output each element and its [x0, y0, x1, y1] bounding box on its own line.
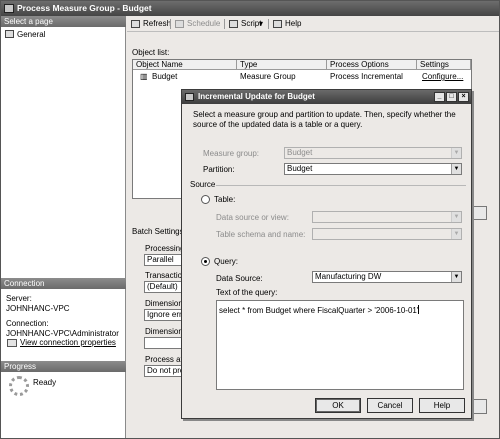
process-affected-value[interactable]: Do not proc: [144, 365, 182, 377]
window-titlebar: Process Measure Group - Budget: [1, 1, 499, 16]
progress-spinner-icon: [9, 376, 29, 396]
progress-header: Progress: [1, 361, 126, 372]
chevron-down-icon: ▾: [259, 19, 264, 28]
server-value: JOHNHANC-VPC: [6, 304, 70, 313]
app-icon: [4, 4, 14, 13]
dialog-title: Incremental Update for Budget: [198, 92, 315, 101]
chevron-down-icon: ▼: [451, 212, 461, 222]
background-button[interactable]: [473, 399, 487, 414]
dimension-errors-value[interactable]: Ignore error: [144, 309, 182, 321]
chevron-down-icon: ▼: [451, 164, 461, 174]
dialog-icon: [185, 93, 194, 101]
chevron-down-icon: ▼: [451, 229, 461, 239]
properties-icon: [7, 339, 17, 347]
help-dialog-button[interactable]: Help: [419, 398, 465, 413]
script-dropdown-button[interactable]: ▾: [259, 18, 263, 30]
column-header-settings[interactable]: Settings: [417, 60, 471, 70]
dialog-description: Select a measure group and partition to …: [193, 110, 456, 129]
connection-header: Connection: [1, 278, 126, 289]
query-text: select * from Budget where FiscalQuarter…: [219, 306, 419, 315]
data-source-label: Data Source:: [216, 274, 263, 283]
page-item-label: General: [17, 30, 46, 39]
text-caret: [418, 305, 420, 314]
object-list-label: Object list:: [132, 48, 170, 57]
transaction-mode-value[interactable]: (Default): [144, 281, 182, 293]
select-page-header: Select a page: [1, 16, 126, 27]
row-process-options: Process Incremental: [330, 72, 403, 81]
refresh-icon: [131, 20, 140, 28]
toolbar: Refresh Schedule Script ▾ Help: [127, 16, 499, 32]
data-source-value: Manufacturing DW: [315, 272, 382, 281]
maximize-button[interactable]: □: [446, 92, 457, 102]
column-header-process-options[interactable]: Process Options: [327, 60, 417, 70]
connection-label: Connection:: [6, 319, 49, 328]
script-icon: [229, 20, 238, 28]
query-text-area[interactable]: select * from Budget where FiscalQuarter…: [216, 300, 464, 390]
minimize-button[interactable]: _: [434, 92, 445, 102]
background-button[interactable]: [473, 206, 487, 220]
measure-group-icon: ▥: [140, 72, 148, 81]
refresh-label: Refresh: [143, 19, 172, 28]
text-of-query-label: Text of the query:: [216, 288, 278, 297]
data-source-or-view-select[interactable]: ▼: [312, 211, 462, 223]
dimension-key-value[interactable]: [144, 337, 182, 349]
row-type: Measure Group: [240, 72, 296, 81]
data-source-or-view-label: Data source or view:: [216, 213, 289, 222]
progress-status: Ready: [33, 378, 57, 387]
close-button[interactable]: ×: [458, 92, 469, 102]
chevron-down-icon: ▼: [451, 272, 461, 282]
table-radio[interactable]: [201, 195, 210, 204]
help-label: Help: [285, 19, 302, 28]
server-label: Server:: [6, 294, 32, 303]
partition-value: Budget: [287, 164, 313, 173]
measure-group-value: Budget: [287, 148, 313, 157]
refresh-button[interactable]: Refresh: [131, 18, 171, 30]
table-radio-label: Table:: [214, 195, 236, 204]
processing-order-value[interactable]: Parallel: [144, 254, 182, 266]
schedule-icon: [175, 20, 184, 28]
view-connection-properties-label: View connection properties: [20, 338, 116, 347]
row-object-name: Budget: [152, 72, 178, 81]
measure-group-select[interactable]: Budget ▼: [284, 147, 462, 159]
configure-link[interactable]: Configure...: [419, 72, 471, 82]
table-schema-select[interactable]: ▼: [312, 228, 462, 240]
page-icon: [5, 30, 14, 38]
left-pane: Select a page General Connection Server:…: [1, 16, 126, 438]
schedule-label: Schedule: [187, 19, 221, 28]
column-header-object-name[interactable]: Object Name: [133, 60, 237, 70]
ok-button[interactable]: OK: [315, 398, 361, 413]
source-group-label: Source: [190, 180, 216, 189]
processing-order-label: Processing: [145, 244, 185, 253]
chevron-down-icon: ▼: [451, 148, 461, 158]
help-icon: [273, 20, 282, 28]
toolbar-separator: [170, 19, 171, 29]
script-button[interactable]: Script: [229, 18, 261, 30]
cancel-button[interactable]: Cancel: [367, 398, 413, 413]
dialog-titlebar: Incremental Update for Budget: [182, 90, 471, 104]
measure-group-label: Measure group:: [203, 149, 260, 158]
table-schema-label: Table schema and name:: [216, 230, 306, 239]
column-header-type[interactable]: Type: [237, 60, 327, 70]
partition-select[interactable]: Budget ▼: [284, 163, 462, 175]
source-group-line: [216, 185, 466, 186]
window-title: Process Measure Group - Budget: [17, 3, 152, 13]
query-radio[interactable]: [201, 257, 210, 266]
help-button[interactable]: Help: [273, 18, 301, 30]
data-source-select[interactable]: Manufacturing DW ▼: [312, 271, 462, 283]
view-connection-properties-link[interactable]: View connection properties: [6, 338, 116, 348]
toolbar-separator: [224, 19, 225, 29]
partition-label: Partition:: [203, 165, 235, 174]
page-item-general[interactable]: General: [4, 29, 122, 40]
schedule-button[interactable]: Schedule: [175, 18, 220, 30]
query-radio-label: Query:: [214, 257, 239, 266]
toolbar-separator: [268, 19, 269, 29]
